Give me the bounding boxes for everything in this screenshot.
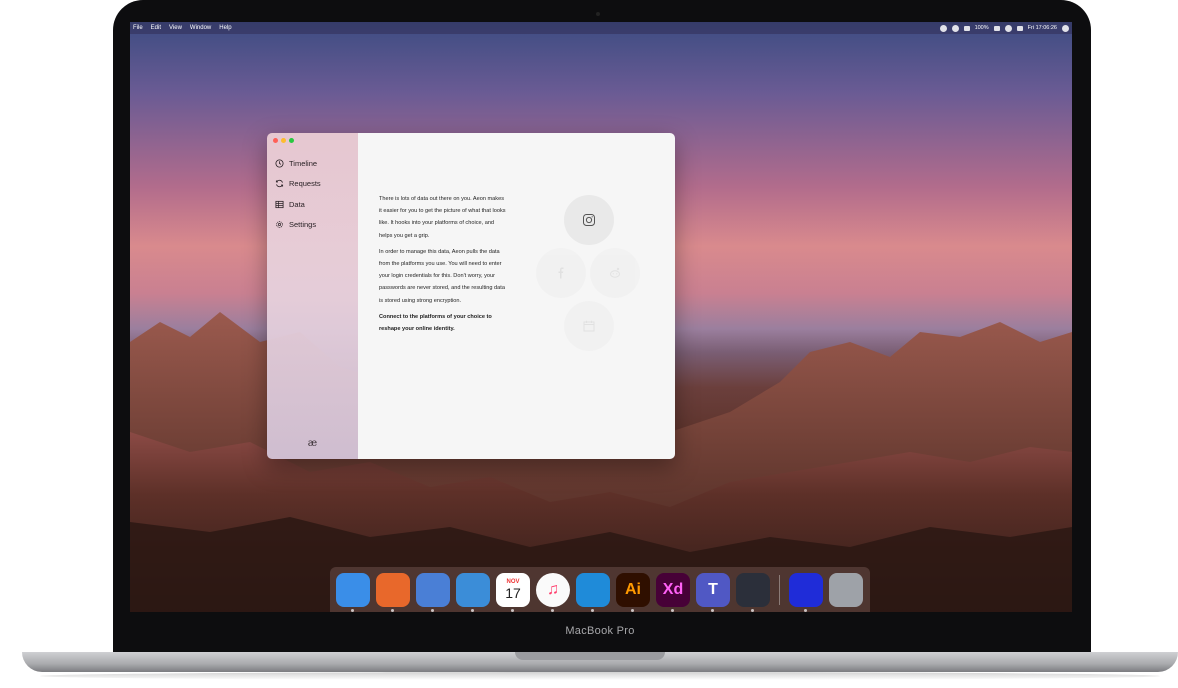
dock-running-indicator — [711, 608, 714, 612]
dock-app-teams[interactable]: T — [696, 572, 730, 612]
dock-app-finder[interactable] — [336, 572, 370, 612]
laptop-shadow — [40, 672, 1160, 680]
facebook-icon — [558, 267, 564, 279]
aeon-logo: æ — [307, 438, 318, 449]
dock-running-indicator — [351, 608, 354, 612]
laptop-notch — [515, 652, 665, 660]
sidebar-item-timeline[interactable]: Timeline — [275, 153, 321, 174]
platform-calendar[interactable] — [564, 301, 614, 351]
dock-running-indicator — [751, 608, 754, 612]
stats-icon[interactable] — [963, 25, 970, 31]
cloud-icon[interactable] — [939, 24, 947, 32]
dock-running-indicator — [391, 608, 394, 612]
dock-separator — [779, 574, 780, 605]
sidebar-item-label: Requests — [289, 179, 321, 189]
sidebar-item-requests[interactable]: Requests — [275, 174, 321, 195]
menubar-status: 100% Fri 17:06:26 — [939, 24, 1069, 32]
calendar-icon — [583, 320, 595, 332]
dock-app-firefox[interactable] — [376, 572, 410, 612]
dock: NOV 17 ♫ Ai Xd T — [330, 567, 870, 612]
menu-view[interactable]: View — [169, 25, 182, 31]
reddit-icon — [610, 267, 620, 278]
battery-percent[interactable]: 100% — [975, 25, 989, 31]
dock-app-label: Ai — [625, 580, 641, 598]
status-icon[interactable] — [951, 24, 959, 32]
dock-app-electron[interactable] — [736, 572, 770, 612]
window-controls — [273, 138, 294, 143]
intro-paragraph: There is lots of data out there on you. … — [379, 196, 506, 239]
menu-file[interactable]: File — [133, 25, 143, 31]
refresh-icon — [275, 180, 284, 188]
aeon-window: Timeline Requests Data Settings æ There … — [267, 133, 675, 459]
menu-help[interactable]: Help — [219, 25, 231, 31]
dock-app-calendar[interactable]: NOV 17 — [496, 572, 530, 612]
minimize-button[interactable] — [281, 138, 286, 143]
dock-running-indicator — [591, 608, 594, 612]
close-button[interactable] — [273, 138, 278, 143]
menubar-clock[interactable]: Fri 17:06:26 — [1028, 25, 1057, 31]
gear-icon — [276, 221, 283, 229]
dock-app-trash[interactable] — [829, 572, 863, 607]
platform-facebook[interactable] — [536, 248, 586, 298]
dock-running-indicator — [804, 608, 807, 612]
laptop-label: MacBook Pro — [565, 625, 635, 637]
dock-app-label: T — [708, 580, 718, 598]
dock-app-vscode[interactable] — [576, 572, 610, 612]
dock-app-app-4[interactable] — [456, 572, 490, 612]
instagram-icon — [583, 214, 595, 226]
sidebar-item-data[interactable]: Data — [275, 194, 321, 215]
intro-paragraph: In order to manage this data, Aeon pulls… — [379, 248, 505, 304]
sidebar-item-label: Timeline — [289, 158, 318, 168]
sidebar-nav: Timeline Requests Data Settings — [275, 153, 321, 235]
dock-running-indicator — [471, 608, 474, 612]
menu-bar: File Edit View Window Help 100% Fri 17:0… — [130, 22, 1072, 34]
camera — [596, 12, 600, 16]
dock-app-xd[interactable]: Xd — [656, 572, 690, 612]
platform-reddit[interactable] — [590, 248, 640, 298]
dock-app-app-3[interactable] — [416, 572, 450, 612]
dock-app-label: ♫ — [547, 580, 559, 598]
dock-running-indicator — [671, 608, 674, 612]
sidebar-item-label: Settings — [289, 220, 317, 230]
sidebar: Timeline Requests Data Settings æ — [267, 133, 358, 459]
platform-instagram[interactable] — [564, 195, 614, 245]
siri-icon[interactable] — [1062, 24, 1069, 32]
dock-app-label: Xd — [662, 580, 684, 598]
dock-app-music[interactable]: ♫ — [536, 572, 570, 612]
table-icon — [275, 200, 284, 208]
sidebar-item-label: Data — [289, 199, 305, 209]
menu-edit[interactable]: Edit — [151, 25, 161, 31]
zoom-button[interactable] — [289, 138, 294, 143]
flag-icon[interactable] — [1016, 25, 1023, 31]
wifi-icon[interactable] — [1004, 24, 1012, 32]
dock-calendar-day: 17 — [505, 584, 521, 601]
dock-running-indicator — [551, 608, 554, 612]
call-to-action: Connect to the platforms of your choice … — [379, 313, 492, 333]
dock-app-app-12[interactable] — [789, 572, 823, 612]
sidebar-item-settings[interactable]: Settings — [275, 215, 321, 236]
intro-text: There is lots of data out there on you. … — [379, 193, 507, 339]
dock-running-indicator — [431, 608, 434, 612]
dock-running-indicator — [631, 608, 634, 612]
clock-icon — [275, 159, 284, 168]
dock-running-indicator — [511, 608, 514, 612]
main-content: There is lots of data out there on you. … — [358, 133, 675, 459]
menu-window[interactable]: Window — [190, 25, 211, 31]
dock-app-illustrator[interactable]: Ai — [616, 572, 650, 612]
battery-icon[interactable] — [993, 25, 1000, 31]
